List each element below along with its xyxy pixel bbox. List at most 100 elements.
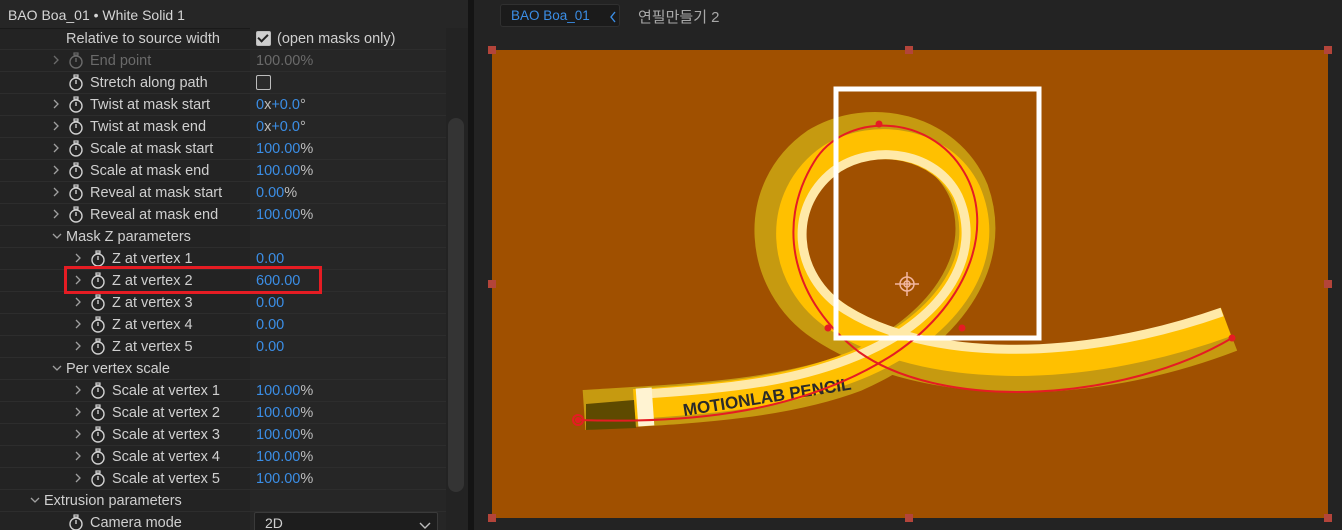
chevron-right-icon[interactable] <box>52 99 60 109</box>
stopwatch-icon[interactable] <box>68 206 84 223</box>
stopwatch-icon[interactable] <box>68 184 84 201</box>
scale-vertex-label: Scale at vertex 4 <box>112 449 220 465</box>
stopwatch-icon[interactable] <box>68 140 84 157</box>
stopwatch-icon[interactable] <box>90 426 106 443</box>
stopwatch-icon[interactable] <box>68 118 84 135</box>
reveal-end-value[interactable]: 100.00% <box>256 207 313 223</box>
z-vertex-label: Z at vertex 3 <box>112 295 193 311</box>
canvas-area[interactable]: MOTIONLAB PENCIL <box>474 32 1342 530</box>
z-vertex-value[interactable]: 0.00 <box>256 339 284 355</box>
twist-end-row: Twist at mask end 0x+0.0° <box>0 116 446 138</box>
chevron-right-icon[interactable] <box>74 385 82 395</box>
chevron-right-icon[interactable] <box>74 451 82 461</box>
scale-vertex-number: 100.00 <box>256 471 301 487</box>
end-point-value: 100.00% <box>256 53 314 69</box>
chevron-down-icon[interactable] <box>30 496 40 506</box>
chevron-right-icon[interactable] <box>52 209 60 219</box>
mask-z-group-row[interactable]: Mask Z parameters <box>0 226 446 248</box>
z-vertex-value[interactable]: 0.00 <box>256 295 284 311</box>
scale-vertex-row: Scale at vertex 2 100.00% <box>0 402 446 424</box>
scale-vertex-label: Scale at vertex 2 <box>112 405 220 421</box>
z-vertex-label: Z at vertex 4 <box>112 317 193 333</box>
z-vertex-label: Z at vertex 5 <box>112 339 193 355</box>
reveal-end-label: Reveal at mask end <box>90 207 219 223</box>
z-vertex-value[interactable]: 0.00 <box>256 317 284 333</box>
stopwatch-icon[interactable] <box>68 74 84 91</box>
reveal-end-number: 100.00 <box>256 207 301 223</box>
stopwatch-icon[interactable] <box>90 250 106 267</box>
stopwatch-icon[interactable] <box>90 404 106 421</box>
stopwatch-icon[interactable] <box>90 382 106 399</box>
chevron-right-icon[interactable] <box>52 187 60 197</box>
scale-start-label: Scale at mask start <box>90 141 214 157</box>
stopwatch-icon[interactable] <box>90 448 106 465</box>
per-vertex-group-row[interactable]: Per vertex scale <box>0 358 446 380</box>
chevron-right-icon[interactable] <box>74 473 82 483</box>
z-vertex-row: Z at vertex 4 0.00 <box>0 314 446 336</box>
mask-vertex-3 <box>824 324 832 332</box>
chevron-right-icon[interactable] <box>74 253 82 263</box>
scale-vertex-value[interactable]: 100.00% <box>256 449 313 465</box>
scale-vertex-value[interactable]: 100.00% <box>256 405 313 421</box>
stopwatch-icon[interactable] <box>68 96 84 113</box>
chevron-right-icon[interactable] <box>52 121 60 131</box>
scale-vertex-value[interactable]: 100.00% <box>256 383 313 399</box>
reveal-end-row: Reveal at mask end 100.00% <box>0 204 446 226</box>
scale-vertex-row: Scale at vertex 5 100.00% <box>0 468 446 490</box>
extrusion-group-row[interactable]: Extrusion parameters <box>0 490 446 512</box>
chevron-right-icon[interactable] <box>74 297 82 307</box>
twist-start-degree-unit: ° <box>299 97 306 113</box>
scale-start-row: Scale at mask start 100.00% <box>0 138 446 160</box>
chevron-down-icon[interactable] <box>52 232 62 242</box>
viewer-header: BAO Boa_01 연필만들기 2 <box>474 0 1342 32</box>
twist-start-value[interactable]: 0x+0.0° <box>256 97 306 113</box>
comp-name: 연필만들기 2 <box>638 9 720 26</box>
stopwatch-icon[interactable] <box>68 514 84 530</box>
chevron-right-icon[interactable] <box>52 165 60 175</box>
handle-top-center <box>905 46 913 54</box>
handle-mid-left <box>488 280 496 288</box>
comp-tab[interactable]: BAO Boa_01 <box>500 4 620 27</box>
scale-vertex-unit: % <box>300 383 314 399</box>
z-vertex-value[interactable]: 0.00 <box>256 251 284 267</box>
stopwatch-icon[interactable] <box>90 294 106 311</box>
chevron-right-icon[interactable] <box>74 429 82 439</box>
chevron-right-icon[interactable] <box>52 143 60 153</box>
scale-vertex-value[interactable]: 100.00% <box>256 471 313 487</box>
scale-vertex-number: 100.00 <box>256 449 301 465</box>
stopwatch-icon[interactable] <box>68 162 84 179</box>
chevron-down-icon[interactable] <box>52 364 62 374</box>
chevron-left-icon[interactable] <box>609 10 617 28</box>
twist-start-degrees: +0.0 <box>271 97 300 113</box>
extrusion-group-label: Extrusion parameters <box>44 493 182 509</box>
scale-start-value[interactable]: 100.00% <box>256 141 313 157</box>
stretch-checkbox[interactable] <box>256 75 271 90</box>
stopwatch-icon[interactable] <box>90 316 106 333</box>
end-point-row: End point 100.00% <box>0 50 446 72</box>
pencil-eraser <box>586 400 636 430</box>
scrollbar-thumb[interactable] <box>448 118 464 492</box>
stopwatch-icon[interactable] <box>68 52 84 69</box>
twist-start-revolutions: 0 <box>256 97 265 113</box>
twist-start-label: Twist at mask start <box>90 97 211 113</box>
scale-vertex-row: Scale at vertex 1 100.00% <box>0 380 446 402</box>
chevron-right-icon[interactable] <box>52 55 60 65</box>
reveal-start-number: 0.00 <box>256 185 285 201</box>
chevron-right-icon[interactable] <box>74 319 82 329</box>
scale-vertex-value[interactable]: 100.00% <box>256 427 313 443</box>
stopwatch-icon[interactable] <box>90 338 106 355</box>
comp-canvas[interactable]: MOTIONLAB PENCIL <box>474 32 1342 530</box>
scale-end-value[interactable]: 100.00% <box>256 163 313 179</box>
reveal-start-value[interactable]: 0.00% <box>256 185 297 201</box>
twist-end-value[interactable]: 0x+0.0° <box>256 119 306 135</box>
chevron-right-icon[interactable] <box>74 407 82 417</box>
scale-vertex-unit: % <box>300 471 314 487</box>
reveal-end-unit: % <box>300 207 314 223</box>
scale-vertex-unit: % <box>300 449 314 465</box>
mask-vertex-4 <box>958 324 966 332</box>
chevron-right-icon[interactable] <box>74 341 82 351</box>
z-vertex-row: Z at vertex 3 0.00 <box>0 292 446 314</box>
stopwatch-icon[interactable] <box>90 470 106 487</box>
relative-source-checkbox[interactable] <box>256 31 271 46</box>
camera-mode-dropdown[interactable]: 2D <box>254 512 438 530</box>
